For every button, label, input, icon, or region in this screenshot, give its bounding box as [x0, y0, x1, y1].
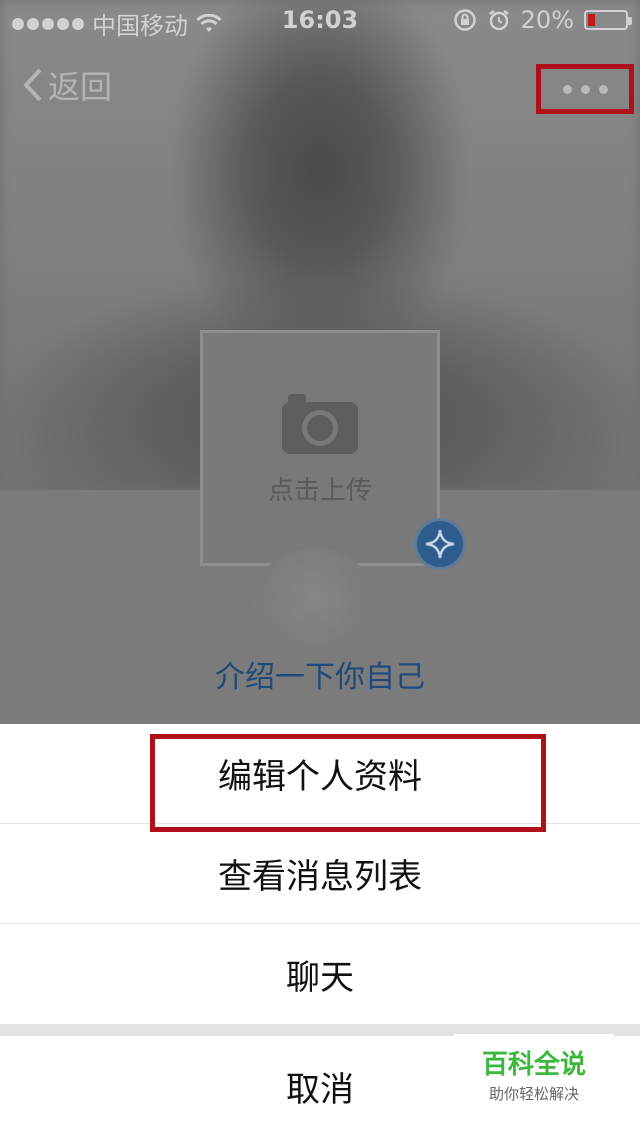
battery-percent: 20% — [520, 6, 574, 34]
watermark: 百科全说 助你轻松解决 — [454, 1034, 614, 1114]
edit-profile-label: 编辑个人资料 — [218, 757, 422, 797]
upload-label: 点击上传 — [267, 475, 372, 506]
chat-button[interactable]: 聊天 — [0, 924, 640, 1024]
alarm-icon — [488, 10, 509, 31]
view-messages-button[interactable]: 查看消息列表 — [0, 824, 640, 923]
chevron-left-icon — [23, 68, 42, 102]
profile-background: 中国移动 16:03 20% 返回 点击上传 介绍一下你自己 — [0, 0, 640, 724]
chat-label: 聊天 — [286, 957, 354, 998]
star-badge-icon — [414, 518, 466, 570]
battery-icon — [584, 10, 632, 30]
avatar-upload-button[interactable]: 点击上传 — [200, 330, 440, 566]
back-label: 返回 — [48, 68, 113, 106]
edit-profile-button[interactable]: 编辑个人资料 — [0, 724, 640, 823]
watermark-subtitle: 助你轻松解决 — [488, 1085, 579, 1103]
avatar-placeholder — [252, 548, 376, 658]
intro-link[interactable]: 介绍一下你自己 — [0, 652, 640, 696]
status-right: 20% — [453, 6, 632, 34]
camera-icon — [282, 393, 358, 454]
battery-level — [588, 14, 596, 26]
screen: 中国移动 16:03 20% 返回 点击上传 介绍一下你自己 编辑个人资料 查看… — [0, 0, 640, 1136]
view-messages-label: 查看消息列表 — [218, 857, 422, 897]
cancel-label: 取消 — [286, 1069, 354, 1110]
rotation-lock-icon — [453, 9, 476, 31]
status-bar: 中国移动 16:03 20% — [0, 0, 640, 40]
watermark-title: 百科全说 — [481, 1050, 586, 1080]
back-button[interactable]: 返回 — [22, 62, 112, 108]
more-button[interactable] — [536, 64, 634, 114]
more-dots-icon — [562, 84, 572, 94]
